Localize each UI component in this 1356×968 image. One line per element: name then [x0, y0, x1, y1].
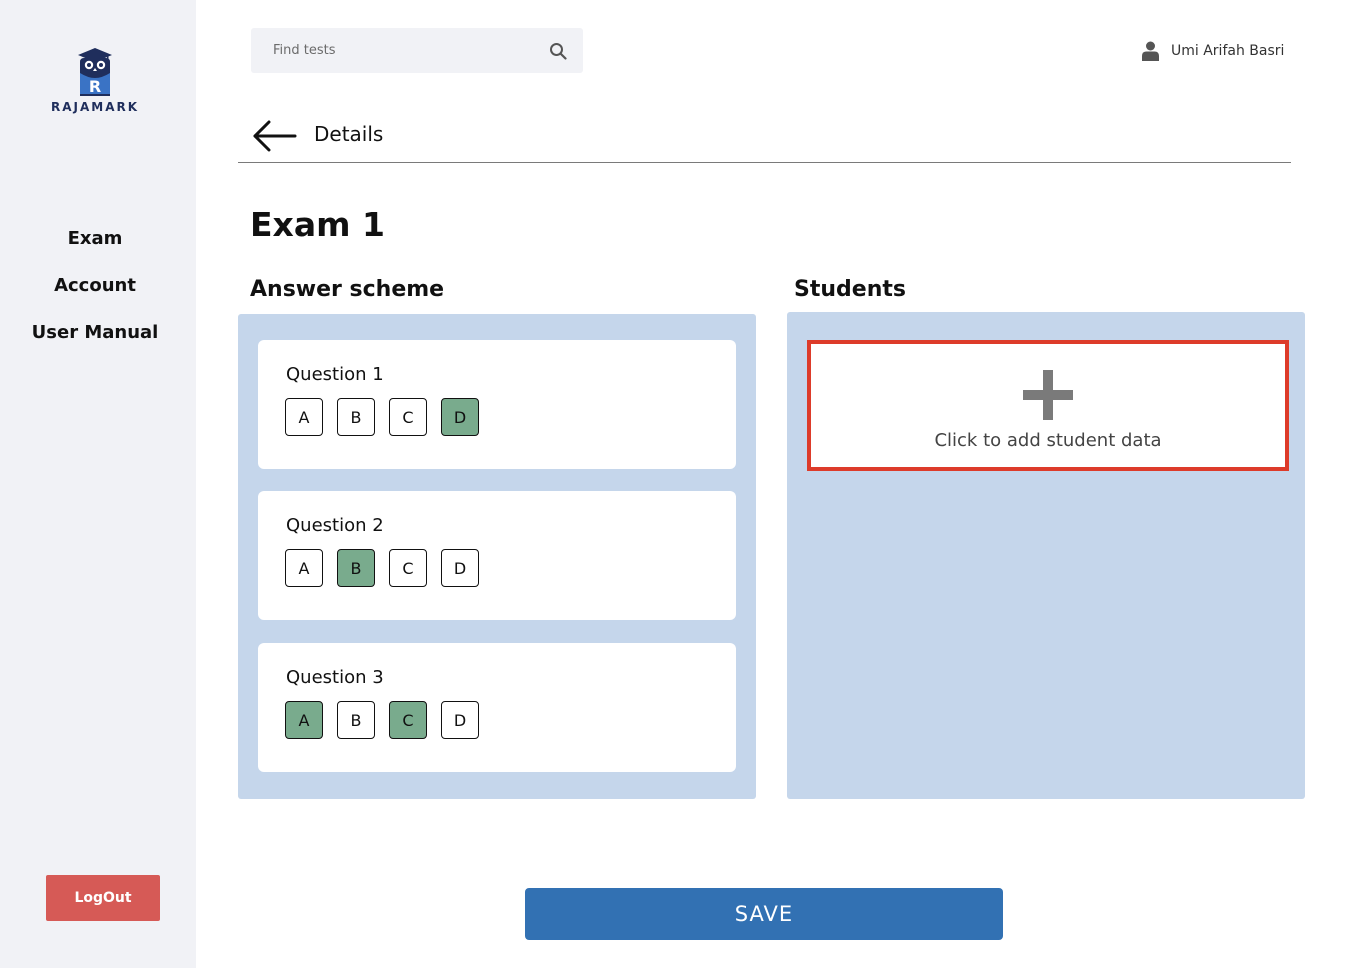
search-bar: [251, 28, 583, 73]
search-input[interactable]: [251, 28, 541, 73]
plus-icon: [1023, 370, 1073, 420]
option-c[interactable]: C: [389, 549, 427, 587]
question-label: Question 1: [286, 364, 384, 385]
exam-title: Exam 1: [250, 205, 385, 244]
sidebar: R RAJAMARK Exam Account User Manual LogO…: [0, 0, 196, 968]
logout-button[interactable]: LogOut: [46, 875, 160, 921]
save-button[interactable]: SAVE: [525, 888, 1003, 940]
user-icon: [1142, 41, 1159, 61]
option-group: A B C D: [285, 549, 493, 587]
owl-logo-icon: R: [78, 48, 112, 96]
search-icon[interactable]: [549, 42, 567, 60]
option-d[interactable]: D: [441, 701, 479, 739]
question-card: Question 2 A B C D: [258, 491, 736, 620]
option-group: A B C D: [285, 398, 493, 436]
option-d[interactable]: D: [441, 398, 479, 436]
option-d[interactable]: D: [441, 549, 479, 587]
students-panel: Click to add student data: [787, 312, 1305, 799]
answer-scheme-title: Answer scheme: [250, 277, 445, 302]
app-root: R RAJAMARK Exam Account User Manual LogO…: [0, 0, 1356, 968]
sidebar-item-user-manual[interactable]: User Manual: [0, 318, 190, 365]
question-card: Question 3 A B C D: [258, 643, 736, 772]
option-b[interactable]: B: [337, 549, 375, 587]
back-arrow-icon[interactable]: [251, 118, 297, 154]
option-a[interactable]: A: [285, 398, 323, 436]
sidebar-item-account[interactable]: Account: [0, 271, 190, 318]
sidebar-nav: Exam Account User Manual: [0, 224, 190, 365]
user-name: Umi Arifah Basri: [1171, 43, 1285, 59]
question-label: Question 2: [286, 515, 384, 536]
brand-logo[interactable]: R RAJAMARK: [0, 48, 190, 114]
add-student-label: Click to add student data: [934, 430, 1162, 451]
svg-text:R: R: [89, 77, 101, 96]
option-b[interactable]: B: [337, 398, 375, 436]
option-c[interactable]: C: [389, 701, 427, 739]
option-a[interactable]: A: [285, 549, 323, 587]
option-group: A B C D: [285, 701, 493, 739]
header-divider: [238, 162, 1291, 163]
sidebar-item-exam[interactable]: Exam: [0, 224, 190, 271]
option-a[interactable]: A: [285, 701, 323, 739]
option-b[interactable]: B: [337, 701, 375, 739]
page-breadcrumb-title: Details: [314, 122, 384, 146]
question-card: Question 1 A B C D: [258, 340, 736, 469]
brand-name: RAJAMARK: [50, 100, 140, 114]
add-student-button[interactable]: Click to add student data: [807, 340, 1289, 471]
question-label: Question 3: [286, 667, 384, 688]
answer-scheme-panel: Question 1 A B C D Question 2 A B C D Qu…: [238, 314, 756, 799]
user-menu[interactable]: Umi Arifah Basri: [1142, 40, 1284, 62]
option-c[interactable]: C: [389, 398, 427, 436]
students-title: Students: [794, 277, 906, 302]
